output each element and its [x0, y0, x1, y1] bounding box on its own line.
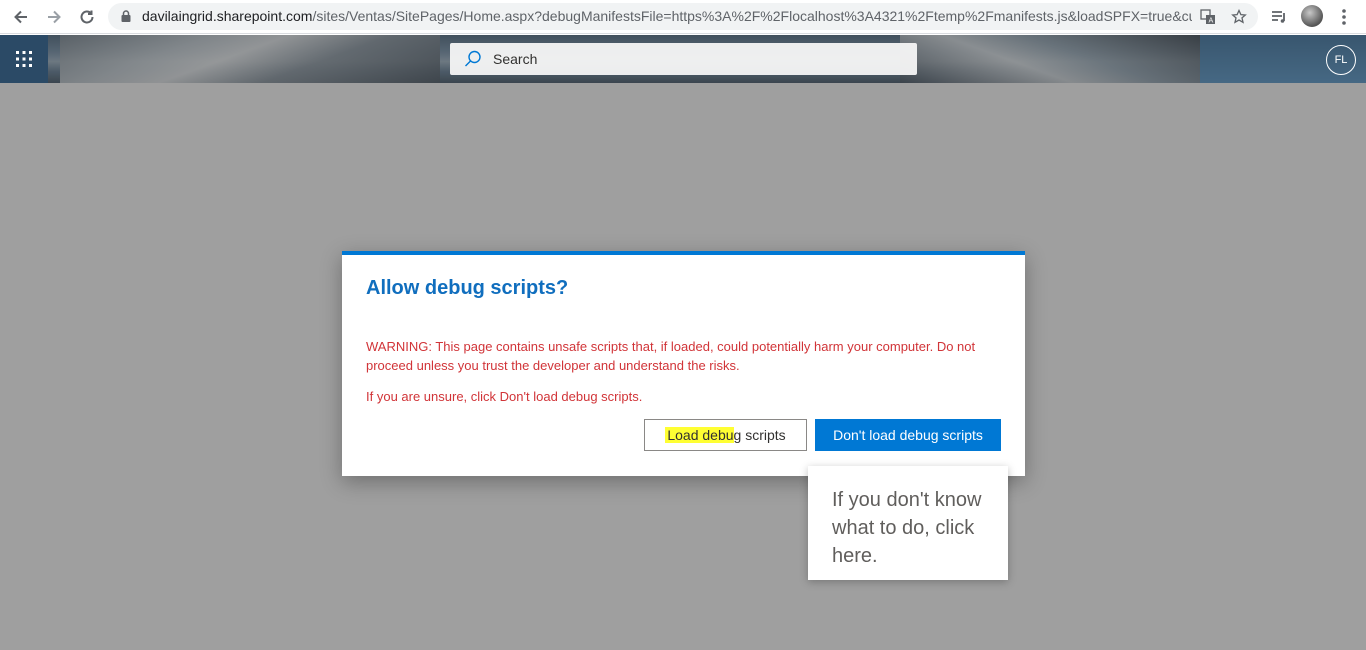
highlighted-label: Load debu [665, 427, 734, 443]
media-queue-icon[interactable] [1268, 6, 1290, 28]
dialog-title: Allow debug scripts? [366, 277, 569, 299]
search-placeholder: Search [493, 51, 538, 67]
lock-icon [119, 9, 133, 23]
browser-toolbar: davilaingrid.sharepoint.com/sites/Ventas… [0, 0, 1366, 34]
profile-avatar[interactable] [1301, 5, 1323, 27]
bookmark-star-icon[interactable] [1229, 7, 1249, 27]
search-input[interactable]: Search [450, 43, 917, 75]
callout-text: If you don't know what to do, click here… [832, 489, 982, 567]
user-avatar[interactable]: FL [1326, 45, 1356, 75]
debug-scripts-dialog: Allow debug scripts? WARNING: This page … [342, 251, 1025, 476]
translate-icon[interactable]: A [1198, 7, 1218, 27]
app-launcher-waffle-icon[interactable] [0, 35, 48, 83]
url-text: davilaingrid.sharepoint.com/sites/Ventas… [142, 8, 1192, 24]
search-icon [464, 50, 482, 68]
reload-icon[interactable] [75, 5, 99, 29]
button-label-rest: g scripts [733, 427, 786, 443]
address-bar[interactable]: davilaingrid.sharepoint.com/sites/Ventas… [108, 3, 1258, 30]
forward-arrow-icon[interactable] [42, 5, 66, 29]
unsure-message: If you are unsure, click Don't load debu… [366, 389, 643, 404]
dont-load-debug-scripts-button[interactable]: Don't load debug scripts [815, 419, 1001, 451]
more-vertical-icon[interactable] [1333, 6, 1355, 28]
svg-text:A: A [1209, 17, 1214, 25]
help-callout: If you don't know what to do, click here… [808, 466, 1008, 580]
load-debug-scripts-button[interactable]: Load debu g scripts [644, 419, 807, 451]
back-arrow-icon[interactable] [9, 5, 33, 29]
warning-message: WARNING: This page contains unsafe scrip… [366, 339, 976, 373]
